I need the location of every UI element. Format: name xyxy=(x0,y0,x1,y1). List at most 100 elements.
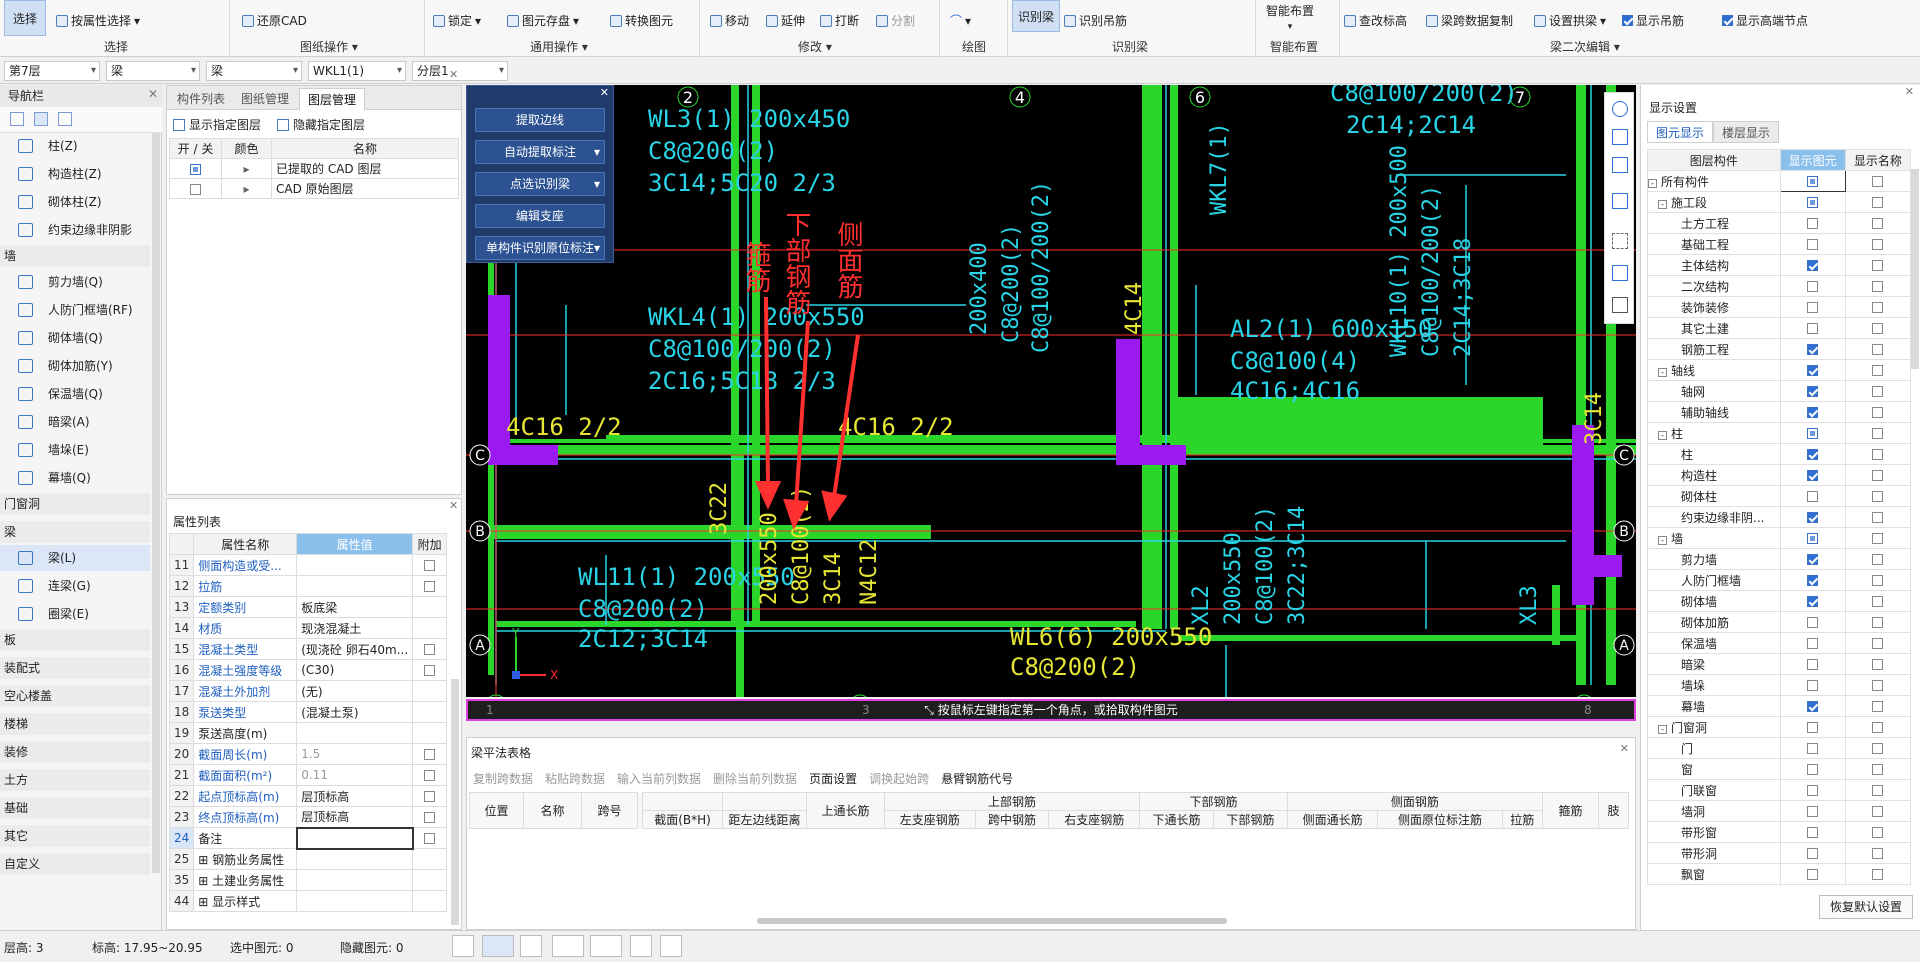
span-copy-button[interactable]: 梁跨数据复制 xyxy=(1426,12,1513,29)
unchecked-checkbox[interactable] xyxy=(1807,239,1819,250)
beam-tool-button[interactable]: 粘贴跨数据 xyxy=(545,770,605,787)
unchecked-checkbox[interactable] xyxy=(1807,302,1819,313)
unchecked-checkbox[interactable] xyxy=(1872,617,1884,628)
unchecked-checkbox[interactable] xyxy=(1807,323,1819,334)
nav-category[interactable]: 装修 xyxy=(0,741,150,763)
table-row[interactable]: 带形窗 xyxy=(1647,821,1912,843)
checked-checkbox[interactable] xyxy=(1807,407,1819,418)
save-element-button[interactable]: 图元存盘 ▾ xyxy=(507,12,579,29)
collapse-icon[interactable]: - xyxy=(1658,535,1667,545)
unchecked-checkbox[interactable] xyxy=(1872,806,1884,817)
collapse-icon[interactable]: - xyxy=(1658,367,1667,377)
nav-item[interactable]: 人防门框墙(RF) xyxy=(0,297,150,323)
nav-item[interactable]: 幕墙(Q) xyxy=(0,465,150,491)
unchecked-checkbox[interactable] xyxy=(1872,260,1884,271)
unchecked-checkbox[interactable] xyxy=(1807,785,1819,796)
unchecked-checkbox[interactable] xyxy=(1872,722,1884,733)
set-arch-beam-button[interactable]: 设置拱梁 ▾ xyxy=(1534,12,1606,29)
unchecked-checkbox[interactable] xyxy=(1872,365,1884,376)
table-row[interactable]: 16 混凝土强度等级 (C30) xyxy=(168,659,447,681)
select-button[interactable]: 选择 xyxy=(4,0,46,36)
nav-category[interactable]: 板 xyxy=(0,629,150,651)
unchecked-checkbox[interactable] xyxy=(1807,680,1819,691)
rect-select-icon[interactable] xyxy=(482,935,514,957)
unchecked-checkbox[interactable] xyxy=(1872,470,1884,481)
table-row[interactable]: 18 泵送类型 (混凝土泵) xyxy=(168,701,447,723)
report-icon[interactable] xyxy=(1612,297,1628,313)
dynamic-input-icon[interactable] xyxy=(630,935,652,957)
restore-default-button[interactable]: 恢复默认设置 xyxy=(1819,895,1913,919)
expand-icon[interactable]: ▸ xyxy=(221,178,272,199)
fit-view-icon[interactable] xyxy=(1612,265,1628,281)
table-row[interactable]: 20 截面周长(m) 1.5 xyxy=(168,743,447,765)
unchecked-checkbox[interactable] xyxy=(1807,827,1819,838)
select-by-attr-button[interactable]: 按属性选择 ▾ xyxy=(56,12,140,29)
detail-view-icon[interactable] xyxy=(58,112,72,126)
nav-category[interactable]: 其它 xyxy=(0,825,150,847)
property-value[interactable]: (现浇砼 卵石40m... xyxy=(296,638,414,660)
list-view-icon[interactable] xyxy=(34,112,48,126)
checked-checkbox[interactable] xyxy=(1807,470,1819,481)
unchecked-checkbox[interactable] xyxy=(1872,596,1884,607)
tab-drawing-management[interactable]: 图纸管理 xyxy=(233,88,297,110)
nav-category-beam[interactable]: 梁 xyxy=(0,521,150,543)
extra-checkbox[interactable] xyxy=(424,791,436,802)
checked-checkbox[interactable] xyxy=(1807,554,1819,565)
smart-layout-button[interactable]: 智能布置 ▾ xyxy=(1266,2,1314,32)
nav-item[interactable]: 暗梁(A) xyxy=(0,409,150,435)
floor-select[interactable]: 第7层 xyxy=(4,61,100,81)
table-row[interactable]: 钢筋工程 xyxy=(1647,338,1912,360)
checked-checkbox[interactable] xyxy=(1807,701,1819,712)
nav-category-wall[interactable]: 墙 xyxy=(0,245,150,267)
table-row[interactable]: 门联窗 xyxy=(1647,779,1912,801)
table-row[interactable]: 22 起点顶标高(m) 层顶标高 xyxy=(168,785,447,807)
unchecked-checkbox[interactable] xyxy=(1872,176,1884,187)
nav-item[interactable]: 圈梁(E) xyxy=(0,601,150,627)
type-select[interactable]: 梁 xyxy=(206,61,302,81)
table-row[interactable]: 保温墙 xyxy=(1647,632,1912,654)
nav-item[interactable]: 剪力墙(Q) xyxy=(0,269,150,295)
unchecked-checkbox[interactable] xyxy=(1807,617,1819,628)
property-scrollbar[interactable] xyxy=(451,679,459,925)
move-button[interactable]: 移动 xyxy=(710,12,749,29)
expand-icon[interactable]: ⊞ xyxy=(198,895,212,909)
expand-icon[interactable]: ⊞ xyxy=(198,874,212,888)
display-scrollbar[interactable] xyxy=(1911,169,1919,369)
table-row[interactable]: 24 备注 xyxy=(168,826,447,850)
checked-checkbox[interactable] xyxy=(1807,575,1819,586)
tab-floor-display[interactable]: 楼层显示 xyxy=(1713,121,1780,143)
table-row[interactable]: 25 ⊞ 钢筋业务属性 xyxy=(168,848,447,870)
table-row[interactable]: 人防门框墙 xyxy=(1647,569,1912,591)
unchecked-checkbox[interactable] xyxy=(1807,281,1819,292)
unchecked-checkbox[interactable] xyxy=(1807,638,1819,649)
unchecked-checkbox[interactable] xyxy=(1872,701,1884,712)
unchecked-checkbox[interactable] xyxy=(1872,491,1884,502)
nav-item[interactable]: 构造柱(Z) xyxy=(0,161,150,187)
nav-item[interactable]: 约束边缘非阴影区... xyxy=(0,217,150,263)
close-icon[interactable]: ✕ xyxy=(449,68,458,81)
table-row[interactable]: - 所有构件 xyxy=(1647,170,1912,192)
cross-select-icon[interactable] xyxy=(520,935,542,957)
property-value[interactable]: 层顶标高 xyxy=(296,806,414,828)
table-row[interactable]: 辅助轴线 xyxy=(1647,401,1912,423)
property-value[interactable]: 1.5 xyxy=(296,743,414,765)
checked-checkbox[interactable] xyxy=(1807,449,1819,460)
nav-category[interactable]: 基础 xyxy=(0,797,150,819)
extract-edge-button[interactable]: 提取边线 xyxy=(475,108,605,132)
nav-item[interactable]: 砌体加筋(Y) xyxy=(0,353,150,379)
table-row[interactable]: 门 xyxy=(1647,737,1912,759)
unchecked-checkbox[interactable] xyxy=(1872,827,1884,838)
table-row[interactable]: 飘窗 xyxy=(1647,863,1912,885)
split-button[interactable]: 分割 xyxy=(876,12,915,29)
partial-checkbox[interactable] xyxy=(1807,176,1819,187)
checked-checkbox[interactable] xyxy=(1807,512,1819,523)
unchecked-checkbox[interactable] xyxy=(1872,281,1884,292)
table-row[interactable]: 轴网 xyxy=(1647,380,1912,402)
nav-category[interactable]: 装配式 xyxy=(0,657,150,679)
table-row[interactable]: 13 定额类别 板底梁 xyxy=(168,596,447,618)
beam-tool-button[interactable]: 输入当前列数据 xyxy=(617,770,701,787)
unchecked-checkbox[interactable] xyxy=(1872,218,1884,229)
table-row[interactable]: 柱 xyxy=(1647,443,1912,465)
close-icon[interactable]: ✕ xyxy=(600,86,609,99)
query-elevation-button[interactable]: 查改标高 xyxy=(1344,12,1407,29)
